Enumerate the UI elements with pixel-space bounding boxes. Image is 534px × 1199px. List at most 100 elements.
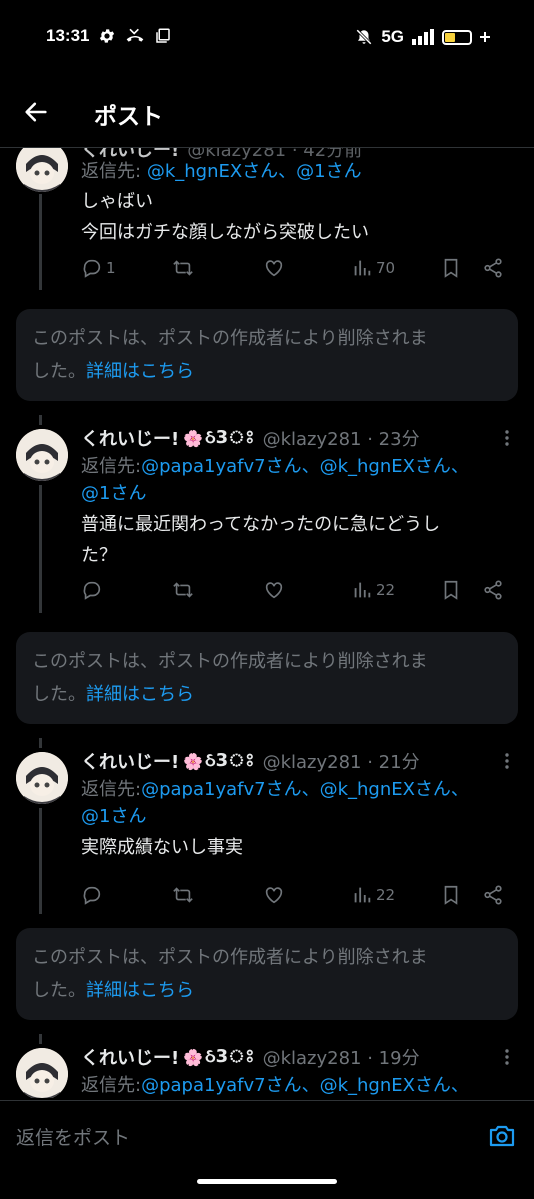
like-button[interactable] xyxy=(263,882,285,908)
reply-icon xyxy=(83,259,101,278)
bookmark-button[interactable] xyxy=(440,882,462,908)
reply-composer: 返信をポスト xyxy=(0,1100,534,1172)
thread-line-top xyxy=(39,415,42,425)
avatar[interactable] xyxy=(16,752,68,804)
tweet[interactable]: くれいじー! 🌸 ઠ3ঃ @klazy281 · 19分 返信先:@papa1y… xyxy=(0,1034,534,1098)
repost-button[interactable] xyxy=(172,882,194,908)
reply-icon xyxy=(83,581,101,600)
tweet-text: しゃばい 今回はガチな顔しながら突破したい xyxy=(81,186,506,248)
more-options-icon[interactable] xyxy=(504,752,510,770)
deleted-text-line: このポストは、ポストの作成者により削除されま xyxy=(32,328,428,349)
view-count: 22 xyxy=(376,886,396,904)
reply-button[interactable] xyxy=(81,577,103,603)
back-arrow-icon[interactable] xyxy=(22,98,50,126)
author-meta[interactable]: @klazy281 · 23分 xyxy=(263,425,420,451)
tweet-text-line: た？ xyxy=(81,545,117,566)
details-link[interactable]: 詳細はこちら xyxy=(86,684,194,705)
deleted-post-notice: このポストは、ポストの作成者により削除されま した。詳細はこちら xyxy=(16,928,518,1020)
views-icon xyxy=(354,260,371,276)
bookmark-icon xyxy=(444,258,458,278)
reply-prefix: 返信先: xyxy=(81,779,142,800)
mention-link[interactable]: @papa1yafv7さん、@k_hgnEXさん、 xyxy=(141,779,469,800)
details-link[interactable]: 詳細はこちら xyxy=(86,361,194,382)
bookmark-icon xyxy=(444,885,458,905)
share-button[interactable] xyxy=(482,577,504,603)
reply-to-line: 返信先: @k_hgnEXさん、@1さん xyxy=(81,158,506,185)
heart-icon xyxy=(265,260,283,277)
home-indicator[interactable] xyxy=(197,1179,337,1184)
more-options-icon[interactable] xyxy=(504,429,510,447)
like-button[interactable] xyxy=(263,255,285,281)
views-button[interactable]: 70 xyxy=(351,255,395,281)
reply-feed[interactable]: くれいじー! @klazy281 · 42分前 返信先: @k_hgnEXさん、… xyxy=(0,148,534,1098)
reply-button[interactable] xyxy=(81,882,103,908)
tweet-text-line: 実際成績ないし事実 xyxy=(81,837,243,858)
mention-link[interactable]: @k_hgnEXさん、@1さん xyxy=(147,161,362,182)
avatar[interactable] xyxy=(16,429,68,481)
avatar[interactable] xyxy=(16,148,68,192)
author-symbol: ઠ3ঃ xyxy=(205,749,255,771)
thread-line xyxy=(39,808,42,914)
share-icon xyxy=(484,580,502,600)
mute-icon xyxy=(356,29,373,45)
missed-call-icon xyxy=(126,28,144,42)
author-emoji: 🌸 xyxy=(183,428,204,448)
deleted-text-line: した。 xyxy=(32,361,86,382)
camera-icon[interactable] xyxy=(488,1123,516,1149)
tweet-text-line: 今回はガチな顔しながら突破したい xyxy=(81,222,369,243)
share-button[interactable] xyxy=(482,255,504,281)
tweet-text-line: しゃばい xyxy=(81,191,153,212)
tweet-header: くれいじー! 🌸 ઠ3ঃ @klazy281 · 21分 xyxy=(81,748,494,774)
avatar[interactable] xyxy=(16,1048,68,1098)
details-link[interactable]: 詳細はこちら xyxy=(86,980,194,1001)
tweet-actions: 1 70 xyxy=(81,255,512,281)
mention-link[interactable]: @papa1yafv7さん、@k_hgnEXさん、 xyxy=(141,456,469,477)
deleted-text-line: このポストは、ポストの作成者により削除されま xyxy=(32,651,428,672)
reply-to-line: 返信先:@papa1yafv7さん、@k_hgnEXさん、 xyxy=(81,1072,506,1098)
status-icons-left xyxy=(98,27,172,45)
thread-line xyxy=(39,485,42,613)
author-emoji: 🌸 xyxy=(183,751,204,771)
repost-button[interactable] xyxy=(172,577,194,603)
tweet-header: くれいじー! 🌸 ઠ3ঃ @klazy281 · 19分 xyxy=(81,1044,494,1070)
reply-count: 1 xyxy=(106,259,116,277)
reply-prefix: 返信先: xyxy=(81,456,142,477)
views-icon xyxy=(354,887,371,903)
author-name[interactable]: くれいじー! xyxy=(81,425,179,451)
more-options-icon[interactable] xyxy=(504,1048,510,1066)
like-button[interactable] xyxy=(263,577,285,603)
views-button[interactable]: 22 xyxy=(351,577,395,603)
thread-line-top xyxy=(39,1034,42,1044)
author-name[interactable]: くれいじー! xyxy=(81,1044,179,1070)
mention-link[interactable]: @1さん xyxy=(81,480,506,507)
author-meta[interactable]: @klazy281 · 19分 xyxy=(263,1044,420,1070)
tweet[interactable]: くれいじー! 🌸 ઠ3ঃ @klazy281 · 23分 返信先:@papa1y… xyxy=(0,415,534,625)
view-count: 70 xyxy=(376,259,396,277)
reply-input[interactable]: 返信をポスト xyxy=(16,1123,130,1150)
bookmark-button[interactable] xyxy=(440,255,462,281)
tweet-header: くれいじー! 🌸 ઠ3ঃ @klazy281 · 23分 xyxy=(81,425,494,451)
reply-button[interactable]: 1 xyxy=(81,255,116,281)
gear-icon xyxy=(99,29,115,43)
author-symbol: ઠ3ঃ xyxy=(205,1045,255,1067)
thread-line-top xyxy=(39,738,42,748)
deleted-text-line: した。 xyxy=(32,684,86,705)
tweet[interactable]: くれいじー! @klazy281 · 42分前 返信先: @k_hgnEXさん、… xyxy=(0,148,534,306)
author-name[interactable]: くれいじー! xyxy=(81,748,179,774)
bookmark-icon xyxy=(444,580,458,600)
repost-icon xyxy=(173,582,193,598)
mention-link[interactable]: @papa1yafv7さん、@k_hgnEXさん、 xyxy=(141,1075,469,1096)
repost-button[interactable] xyxy=(172,255,194,281)
battery-icon xyxy=(442,29,472,45)
heart-icon xyxy=(265,582,283,599)
repost-icon xyxy=(173,887,193,903)
bookmark-button[interactable] xyxy=(440,577,462,603)
share-button[interactable] xyxy=(482,882,504,908)
author-symbol: ઠ3ঃ xyxy=(205,426,255,448)
author-meta[interactable]: @klazy281 · 21分 xyxy=(263,748,420,774)
share-icon xyxy=(484,258,502,278)
mention-link[interactable]: @1さん xyxy=(81,803,506,830)
app-header: ポスト xyxy=(0,80,534,144)
views-button[interactable]: 22 xyxy=(351,882,395,908)
tweet[interactable]: くれいじー! 🌸 ઠ3ঃ @klazy281 · 21分 返信先:@papa1y… xyxy=(0,738,534,923)
